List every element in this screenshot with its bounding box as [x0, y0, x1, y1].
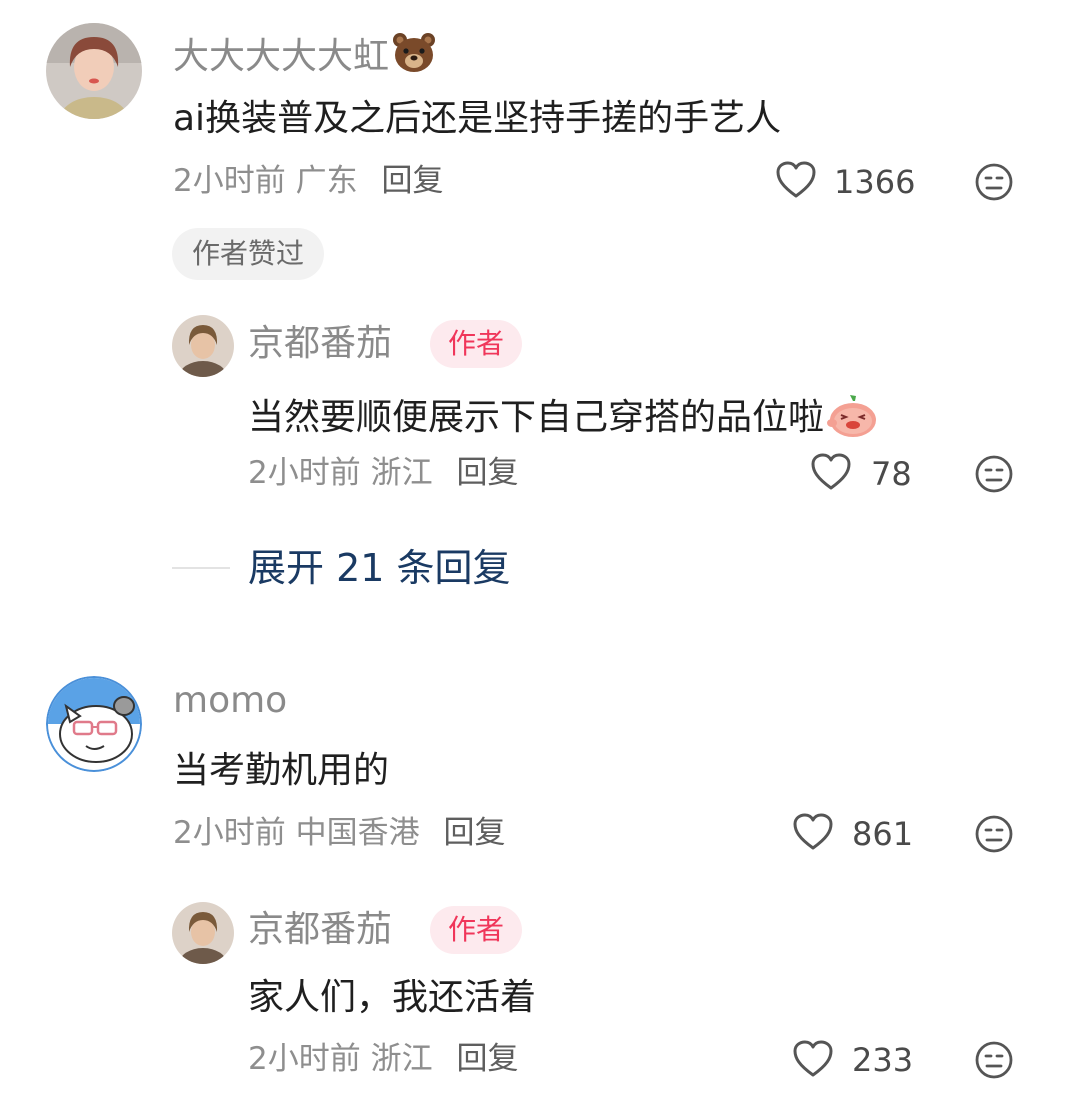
comment-text: ai换装普及之后还是坚持手搓的手艺人	[173, 98, 782, 139]
expand-divider	[172, 567, 230, 569]
comment-time: 2小时前	[173, 815, 286, 851]
reply-time: 2小时前	[248, 455, 361, 491]
dislike-button[interactable]	[974, 162, 1014, 206]
meh-face-icon	[975, 455, 1013, 493]
meh-face-icon	[975, 163, 1013, 201]
dislike-button[interactable]	[974, 454, 1014, 498]
heart-outline-icon	[811, 453, 851, 490]
like-button[interactable]	[775, 160, 817, 204]
dislike-button[interactable]	[974, 814, 1014, 858]
reply-button[interactable]: 回复	[456, 455, 518, 491]
avatar[interactable]	[172, 902, 234, 964]
like-count: 1366	[834, 163, 916, 201]
like-button[interactable]	[792, 812, 834, 856]
username[interactable]: 大大大大大虹	[173, 30, 437, 81]
bear-emoji-icon	[391, 30, 437, 81]
tomato-emoji-icon	[826, 393, 880, 446]
comment-location: 广东	[295, 163, 358, 199]
reply-meta: 2小时前 浙江 回复	[248, 1044, 518, 1075]
comment-meta: 2小时前 中国香港 回复	[173, 818, 505, 849]
like-count: 78	[871, 455, 912, 493]
author-liked-tag: 作者赞过	[172, 228, 325, 280]
reply-button[interactable]: 回复	[443, 815, 505, 851]
reply-button[interactable]: 回复	[456, 1041, 518, 1077]
dislike-button[interactable]	[974, 1040, 1014, 1084]
comment-location: 中国香港	[295, 815, 420, 851]
reply-location: 浙江	[370, 455, 433, 491]
reply-text-row: 当然要顺便展示下自己穿搭的品位啦	[248, 393, 880, 446]
heart-outline-icon	[793, 813, 833, 850]
reply-text: 家人们，我还活着	[248, 977, 537, 1018]
reply-time: 2小时前	[248, 1041, 361, 1077]
heart-outline-icon	[776, 161, 816, 198]
reply-text: 当然要顺便展示下自己穿搭的品位啦	[248, 397, 825, 438]
heart-outline-icon	[793, 1040, 833, 1077]
reply-username[interactable]: 京都番茄	[248, 326, 392, 362]
reply-location: 浙江	[370, 1041, 433, 1077]
comment-meta: 2小时前 广东 回复	[173, 166, 443, 197]
like-count: 233	[852, 1041, 914, 1079]
avatar[interactable]	[46, 676, 142, 772]
expand-replies-link[interactable]: 展开 21 条回复	[248, 549, 511, 587]
username-text[interactable]: 大大大大大虹	[173, 36, 389, 77]
comment-time: 2小时前	[173, 163, 286, 199]
reply-username[interactable]: 京都番茄	[248, 912, 392, 948]
meh-face-icon	[975, 1041, 1013, 1079]
username[interactable]: momo	[173, 683, 287, 719]
like-count: 861	[852, 815, 914, 853]
reply-button[interactable]: 回复	[381, 163, 443, 199]
avatar[interactable]	[172, 315, 234, 377]
avatar[interactable]	[46, 23, 142, 119]
meh-face-icon	[975, 815, 1013, 853]
comment-text: 当考勤机用的	[173, 750, 390, 791]
author-badge: 作者	[430, 320, 523, 368]
like-button[interactable]	[792, 1039, 834, 1083]
author-badge: 作者	[430, 906, 523, 954]
reply-meta: 2小时前 浙江 回复	[248, 458, 518, 489]
like-button[interactable]	[810, 452, 852, 496]
